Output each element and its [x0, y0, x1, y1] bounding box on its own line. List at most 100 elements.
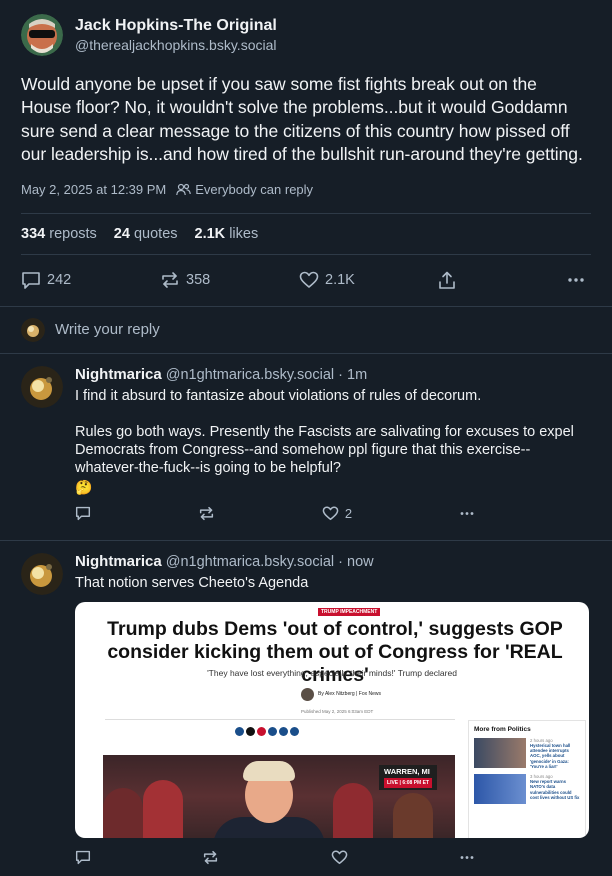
share-button[interactable]: [438, 271, 538, 290]
reply-count: 242: [47, 272, 72, 289]
author-handle[interactable]: @therealjackhopkins.bsky.social: [75, 36, 277, 54]
reply-setting: Everybody can reply: [176, 182, 313, 197]
crowd-figure: [103, 787, 143, 838]
reply-header: Nightmarica @n1ghtmarica.bsky.social · n…: [75, 553, 591, 571]
repost-icon: [198, 506, 215, 521]
reply-time[interactable]: · 1m: [338, 367, 367, 383]
repost-icon: [202, 850, 219, 865]
reply-handle[interactable]: @n1ghtmarica.bsky.social: [166, 554, 334, 570]
reply-button[interactable]: 242: [21, 271, 131, 290]
speaker-hair: [243, 760, 295, 781]
post-meta: May 2, 2025 at 12:39 PM Everybody can re…: [21, 182, 591, 197]
likes-stat[interactable]: 2.1K likes: [195, 226, 259, 242]
reply-author-avatar[interactable]: [21, 365, 63, 408]
comment-icon: [75, 850, 91, 865]
article-published: Published May 2, 2025 6:03am EDT: [301, 708, 374, 714]
reply-text: That notion serves Cheeto's Agenda: [75, 574, 309, 591]
crowd-figure: [143, 779, 183, 838]
reply-item: Nightmarica @n1ghtmarica.bsky.social · n…: [0, 541, 612, 876]
reply-actions: 2: [75, 498, 475, 530]
related-thumbnail: [474, 774, 526, 805]
more-options-button[interactable]: [459, 511, 475, 516]
likes-label: likes: [229, 225, 259, 242]
heart-icon: [299, 271, 319, 289]
post-text: Would anyone be upset if you saw some fi…: [21, 74, 583, 165]
flipboard-icon: [257, 726, 266, 736]
reply-like-count: 2: [344, 506, 353, 522]
comment-bubble-icon: [268, 726, 277, 736]
link-embed-card[interactable]: TRUMP IMPEACHMENT Trump dubs Dems 'out o…: [75, 601, 589, 838]
quotes-stat[interactable]: 24 quotes: [114, 226, 178, 242]
video-location-tag: WARREN, MI LIVE | 6:08 PM ET: [379, 764, 437, 790]
email-icon: [290, 726, 299, 736]
reply-display-name[interactable]: Nightmarica: [75, 553, 162, 570]
reply-handle[interactable]: @n1ghtmarica.bsky.social: [166, 367, 334, 383]
ellipsis-icon: [459, 855, 475, 860]
post-timestamp: May 2, 2025 at 12:39 PM: [21, 181, 167, 197]
repost-button[interactable]: [198, 506, 215, 521]
repost-button[interactable]: 358: [160, 271, 270, 289]
article-byline-text: By Alex Nitzberg | Fox News: [318, 691, 381, 698]
related-item: 3 hours ago New report warns NATO's data …: [474, 774, 580, 805]
like-button[interactable]: 2: [322, 506, 352, 521]
people-icon: [176, 183, 192, 196]
comment-icon: [75, 506, 91, 521]
reply-actions: [75, 842, 475, 874]
post-author: Jack Hopkins-The Original @therealjackho…: [21, 14, 591, 56]
likes-count: 2.1K: [194, 225, 226, 242]
reply-composer[interactable]: Write your reply: [0, 305, 612, 354]
video-live-badge: LIVE | 6:08 PM ET: [384, 777, 432, 788]
crowd-figure: [393, 792, 433, 838]
share-icon: [438, 271, 456, 290]
reposts-stat[interactable]: 334 reposts: [21, 226, 97, 242]
repost-icon: [160, 271, 180, 289]
video-location: WARREN, MI: [384, 766, 430, 776]
heart-icon: [331, 850, 348, 865]
repost-count: 358: [186, 272, 211, 289]
related-articles: More from Politics 2 hours ago Hysterical…: [468, 719, 586, 838]
more-options-button[interactable]: [567, 277, 585, 283]
thinking-emoji: 🤔: [75, 478, 93, 495]
more-options-button[interactable]: [459, 855, 475, 860]
reply-button[interactable]: [75, 850, 91, 865]
author-photo: [301, 687, 314, 701]
reply-header: Nightmarica @n1ghtmarica.bsky.social · 1…: [75, 366, 591, 384]
quotes-count: 24: [113, 225, 130, 242]
article-badge: TRUMP IMPEACHMENT: [318, 607, 381, 616]
ellipsis-icon: [459, 511, 475, 516]
ellipsis-icon: [567, 277, 585, 283]
article-photo: WARREN, MI LIVE | 6:08 PM ET: [103, 754, 455, 838]
reply-input-placeholder[interactable]: Write your reply: [55, 321, 160, 338]
related-thumbnail: [474, 737, 526, 768]
author-avatar[interactable]: [21, 14, 63, 56]
reply-author-avatar[interactable]: [21, 552, 63, 595]
reply-button[interactable]: [75, 506, 91, 521]
share-icons: [235, 726, 299, 736]
like-button[interactable]: 2.1K: [299, 271, 409, 289]
repost-button[interactable]: [202, 850, 219, 865]
reply-setting-label: Everybody can reply: [195, 181, 314, 197]
related-headline: New report warns NATO's data vulnerabili…: [530, 779, 580, 800]
reposts-count: 334: [21, 225, 46, 242]
reply-text: I find it absurd to fantasize about viol…: [75, 387, 574, 477]
related-headline: Hysterical town hall attendee interrupts…: [530, 743, 571, 769]
divider: [105, 718, 455, 720]
x-icon: [246, 726, 255, 736]
post-actions: 242 358 2.1K: [21, 255, 591, 306]
like-count: 2.1K: [325, 272, 355, 289]
like-button[interactable]: [331, 850, 348, 865]
related-item: 2 hours ago Hysterical town hall attendee…: [474, 737, 580, 769]
reply-display-name[interactable]: Nightmarica: [75, 366, 162, 383]
author-display-name[interactable]: Jack Hopkins-The Original: [75, 16, 277, 36]
comment-icon: [21, 271, 41, 290]
current-user-avatar: [21, 317, 45, 342]
article-byline: By Alex Nitzberg | Fox News: [301, 687, 381, 701]
heart-icon: [322, 506, 339, 521]
reposts-label: reposts: [49, 225, 97, 242]
post-stats: 334 reposts 24 quotes 2.1K likes: [21, 214, 591, 254]
related-title: More from Politics: [474, 725, 531, 733]
print-icon: [279, 726, 288, 736]
facebook-icon: [235, 726, 244, 736]
reply-item: Nightmarica @n1ghtmarica.bsky.social · 1…: [0, 354, 612, 541]
reply-time[interactable]: · now: [338, 554, 373, 570]
